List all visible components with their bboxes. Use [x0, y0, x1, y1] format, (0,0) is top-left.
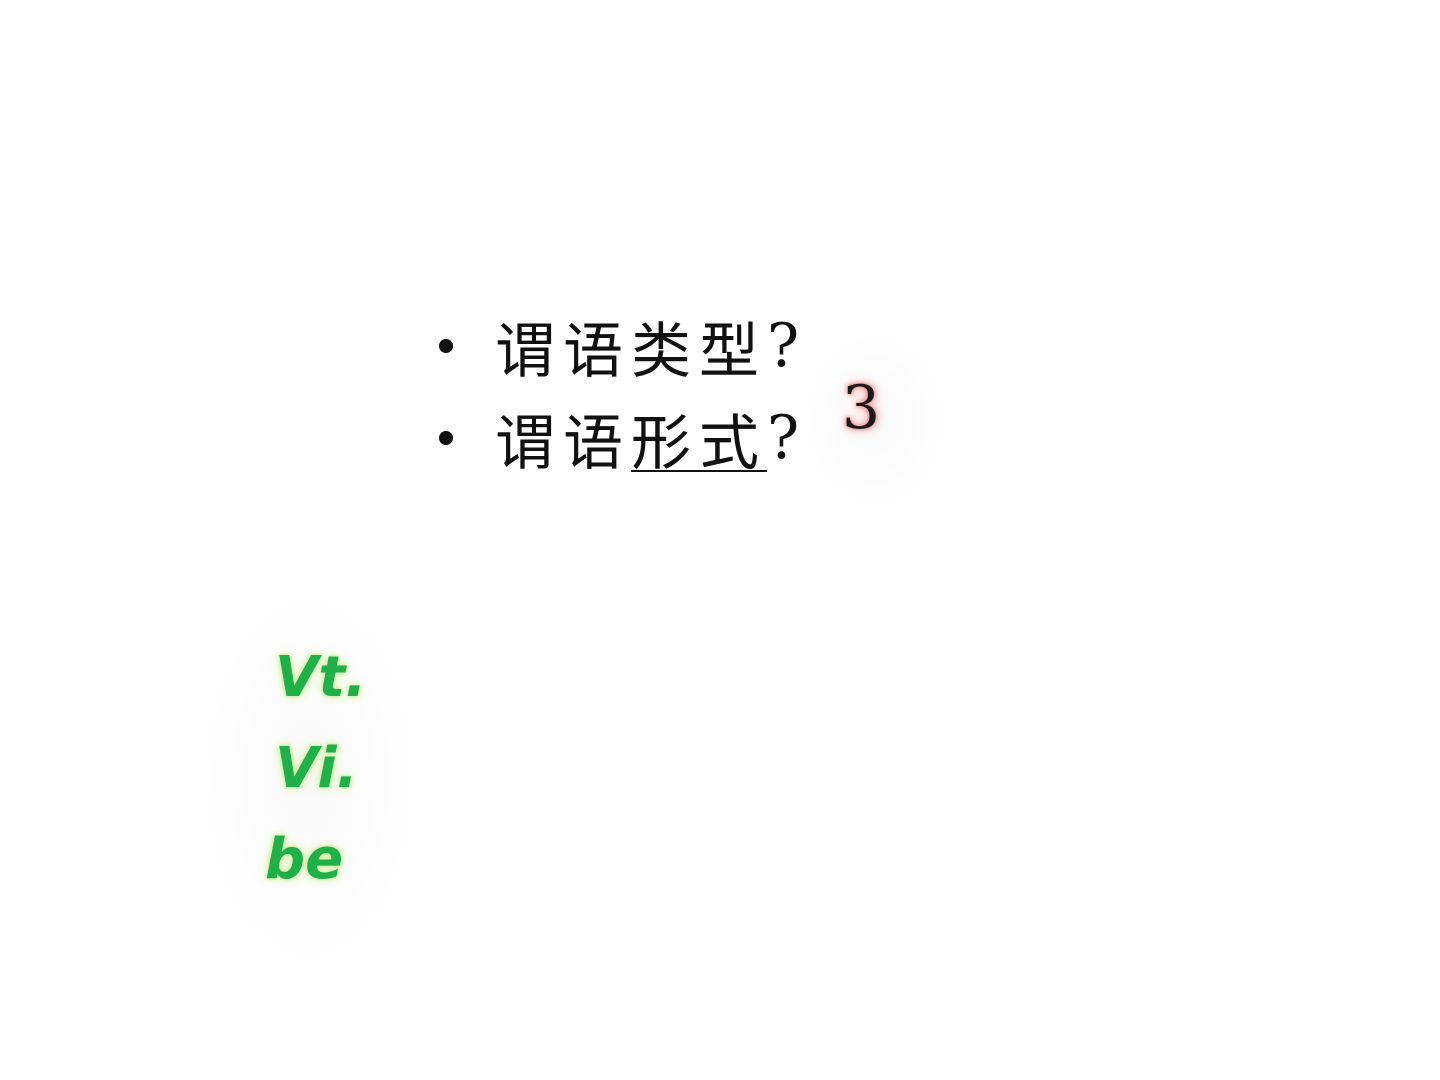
question-predicate-form: 谓语 形式?	[430, 392, 807, 484]
bullet-dot-icon	[439, 339, 453, 353]
bullet-dot-icon	[439, 431, 453, 445]
predicate-type-vt: Vt.	[275, 645, 367, 710]
predicate-type-be: be	[265, 827, 344, 892]
question-text: 谓语类型	[495, 316, 767, 387]
question-list: 谓语类型? 谓语 形式?	[430, 300, 807, 484]
question-predicate-type: 谓语类型?	[430, 300, 807, 392]
predicate-type-vi: Vi.	[275, 736, 358, 801]
question-mark: ?	[767, 311, 808, 381]
question-text: 谓语	[495, 408, 631, 479]
question-mark: ?	[767, 403, 808, 473]
question-underlined-text: 形式	[631, 408, 767, 479]
count-badge: 3	[842, 373, 881, 443]
slide: 谓语类型? 谓语 形式? 3 Vt. Vi. be	[0, 0, 1440, 1080]
